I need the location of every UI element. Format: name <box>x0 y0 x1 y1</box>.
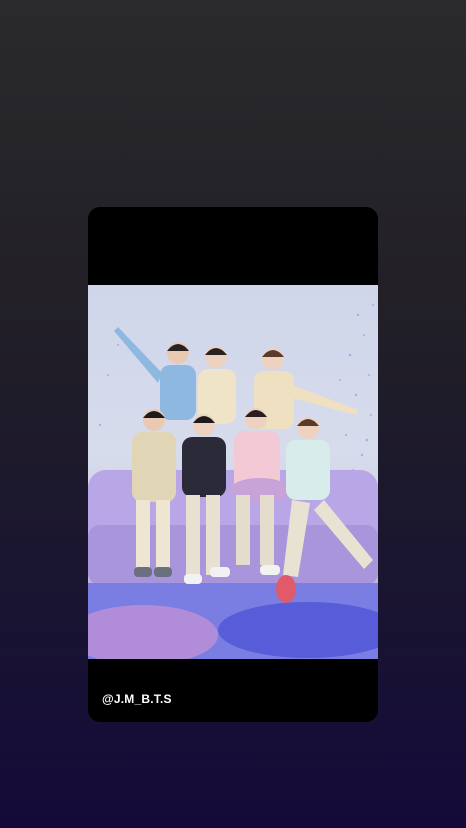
credit-username[interactable]: @J.M_B.T.S <box>102 692 172 706</box>
group-photo <box>88 285 378 659</box>
person-back-1 <box>114 327 196 420</box>
person-back-2 <box>198 346 236 424</box>
story-card[interactable]: @J.M_B.T.S <box>88 207 378 722</box>
person-back-3 <box>254 348 358 429</box>
